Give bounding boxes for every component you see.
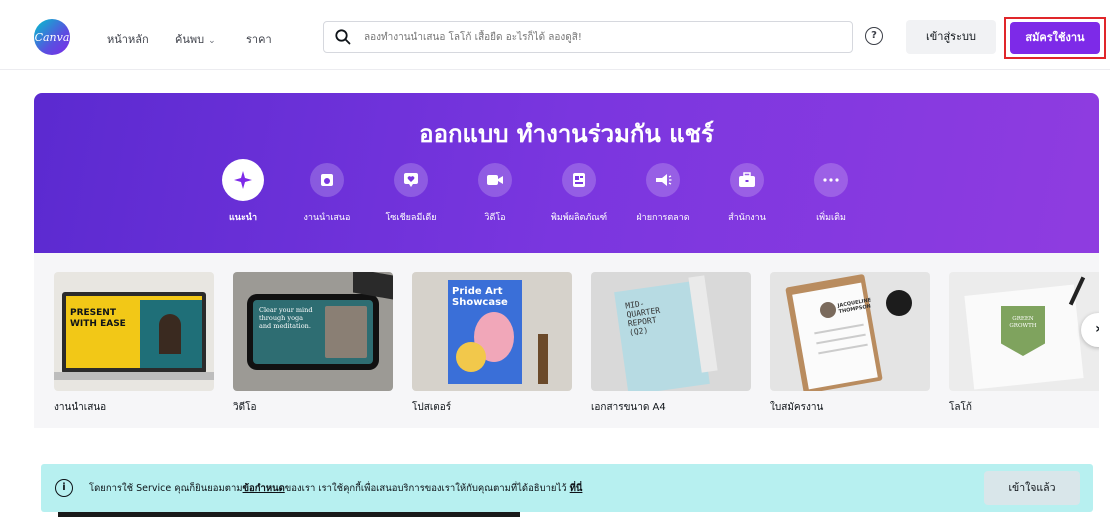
category-video[interactable]: วิดีโอ [455,163,535,224]
template-thumbnail: Pride Art Showcase [412,272,572,391]
canva-logo[interactable]: Canva [34,19,70,55]
template-card-label: วิดีโอ [233,402,257,413]
template-card-video[interactable]: Clear your mind through yoga and meditat… [233,272,393,415]
help-icon[interactable]: ? [865,27,883,45]
terms-link[interactable]: ข้อกำหนด [243,483,285,494]
template-card-label: โลโก้ [949,402,972,413]
presentation-icon [310,163,344,197]
top-header: Canva หน้าหลัก ค้นพบ⌄ ราคา ? เข้าสู่ระบบ… [0,0,1110,70]
template-card-a4-document[interactable]: MID-QUARTER REPORT (Q2) เอกสารขนาด A4 [591,272,751,415]
category-label: เพิ่มเติม [816,213,846,223]
template-thumbnail: MID-QUARTER REPORT (Q2) [591,272,751,391]
print-icon [562,163,596,197]
template-thumbnail: GREEN GROWTH [949,272,1099,391]
cookie-text-middle: ของเรา เราใช้คุกกี้เพื่อเสนอบริการของเรา… [284,483,567,494]
template-thumbnail: PRESENT WITH EASE [54,272,214,391]
thumbnail-text: PRESENT WITH EASE [70,308,126,329]
hero-banner: ออกแบบ ทำงานร่วมกัน แชร์ แนะนำ งานนำเสนอ… [34,93,1099,253]
briefcase-icon [730,163,764,197]
cookie-banner: i โดยการใช้ Service คุณก็ยินยอมตามข้อกำห… [41,464,1093,512]
category-label: ฝ่ายการตลาด [636,213,690,223]
cookie-message: โดยการใช้ Service คุณก็ยินยอมตามข้อกำหนด… [89,481,582,496]
nav-explore-menu[interactable]: ค้นพบ ⌄ [175,30,216,48]
template-card-presentation[interactable]: PRESENT WITH EASE งานนำเสนอ [54,272,214,415]
login-button[interactable]: เข้าสู่ระบบ [906,20,996,54]
more-icon [814,163,848,197]
cookie-here-link[interactable]: ที่นี่ [570,483,583,494]
sparkle-icon [222,159,264,201]
template-card-label: เอกสารขนาด A4 [591,402,666,413]
category-social-media[interactable]: โซเชียลมีเดีย [371,163,451,224]
heart-chat-icon [394,163,428,197]
template-card-label: ใบสมัครงาน [770,402,824,413]
signup-button[interactable]: สมัครใช้งาน [1010,22,1100,54]
search-box[interactable] [323,21,853,53]
category-office[interactable]: สำนักงาน [707,163,787,224]
thumbnail-text: Pride Art Showcase [452,286,508,308]
category-more[interactable]: เพิ่มเติม [791,163,871,224]
category-label: แนะนำ [229,213,257,223]
info-icon: i [55,479,73,497]
chevron-right-icon: › [1095,321,1099,337]
template-card-logo[interactable]: GREEN GROWTH โลโก้ [949,272,1099,415]
partial-image-strip [58,512,520,517]
thumbnail-text: Clear your mind through yoga and meditat… [259,306,313,330]
video-camera-icon [478,163,512,197]
category-print[interactable]: พิมพ์ผลิตภัณฑ์ [539,163,619,224]
template-card-label: งานนำเสนอ [54,402,107,413]
megaphone-icon [646,163,680,197]
template-card-label: โปสเตอร์ [412,402,452,413]
category-marketing[interactable]: ฝ่ายการตลาด [623,163,703,224]
search-input[interactable] [364,22,844,52]
nav-pricing-link[interactable]: ราคา [246,30,272,48]
thumbnail-text: GREEN GROWTH [1009,316,1037,329]
cookie-text-start: โดยการใช้ Service คุณก็ยินยอมตาม [89,483,243,494]
category-label: สำนักงาน [728,213,766,223]
hero-title: ออกแบบ ทำงานร่วมกัน แชร์ [419,120,714,148]
category-label: วิดีโอ [484,213,506,223]
template-card-resume[interactable]: JACQUELINE THOMPSON ใบสมัครงาน [770,272,930,415]
category-label: งานนำเสนอ [303,213,351,223]
nav-home-link[interactable]: หน้าหลัก [107,30,149,48]
search-icon [335,29,351,45]
chevron-down-icon: ⌄ [208,36,216,46]
category-label: โซเชียลมีเดีย [385,213,437,223]
template-card-poster[interactable]: Pride Art Showcase โปสเตอร์ [412,272,572,415]
template-carousel: PRESENT WITH EASE งานนำเสนอ Clear your m… [34,253,1099,428]
thumbnail-text: MID-QUARTER REPORT (Q2) [624,298,661,338]
accept-cookies-button[interactable]: เข้าใจแล้ว [984,471,1080,505]
category-recommended[interactable]: แนะนำ [203,159,283,224]
template-thumbnail: JACQUELINE THOMPSON [770,272,930,391]
category-presentation[interactable]: งานนำเสนอ [287,163,367,224]
template-thumbnail: Clear your mind through yoga and meditat… [233,272,393,391]
category-label: พิมพ์ผลิตภัณฑ์ [550,213,608,223]
nav-explore-label: ค้นพบ [175,33,205,46]
